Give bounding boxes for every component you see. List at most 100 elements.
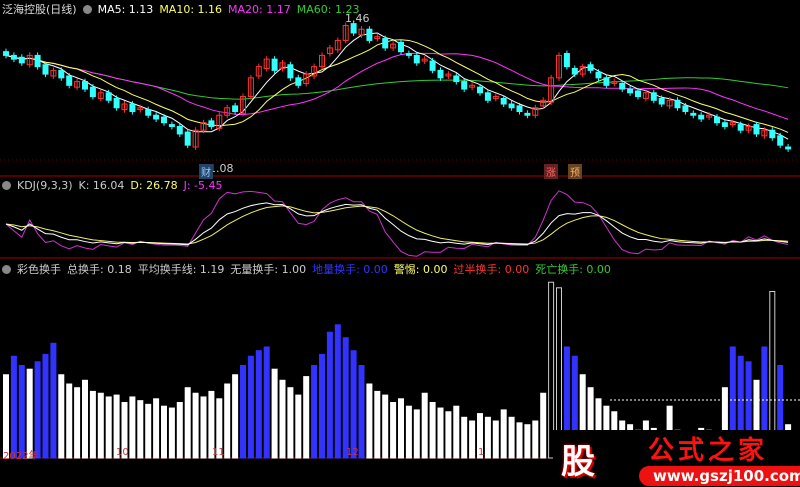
tag-zhang[interactable]: 涨 [544, 164, 558, 179]
candle-body [287, 64, 294, 79]
candle-body [753, 124, 760, 135]
candle-body [714, 116, 720, 124]
candle-body [635, 90, 641, 98]
candle-body [145, 109, 152, 116]
candle-body [721, 122, 728, 127]
logo-char: 股 [561, 442, 595, 482]
candle-body [105, 92, 112, 101]
turnover-bar [453, 405, 460, 459]
turnover-bar [192, 392, 199, 459]
candle-body [484, 92, 491, 101]
axis-label: 11 [212, 447, 225, 458]
candle-body [184, 131, 191, 146]
turnover-bar [255, 350, 262, 459]
turnover-bar [516, 422, 523, 459]
turnover-bar [311, 365, 318, 459]
tag-yu[interactable]: 预 [568, 164, 582, 179]
turnover-bar [484, 416, 491, 459]
candle-body [350, 23, 357, 34]
turnover-bar [508, 416, 515, 459]
turnover-bar [224, 383, 231, 459]
candle-body [587, 64, 594, 71]
candle-body [153, 114, 160, 120]
candle-body [398, 41, 404, 53]
candle-body [208, 120, 215, 127]
turnover-bar [445, 411, 452, 459]
candle-body [690, 112, 697, 116]
turnover-bar [287, 387, 294, 459]
turnover-bar [524, 424, 531, 459]
candle-body [271, 58, 278, 71]
turnover-bar [97, 392, 104, 459]
candle-body [161, 116, 167, 124]
turnover-bar [58, 374, 65, 459]
candle-body [619, 82, 626, 90]
turnover-bar [319, 353, 325, 459]
turnover-bar [532, 420, 539, 459]
candle-body [453, 75, 460, 83]
turnover-bar [398, 398, 404, 459]
kdj-d-line [5, 205, 789, 245]
candle-body [82, 81, 88, 90]
turnover-bar [247, 355, 254, 459]
candle-body [603, 77, 610, 86]
watermark-logo: 股 公式之家 www.gszj100.com [553, 430, 800, 487]
candle-body [3, 51, 9, 56]
candle-body [429, 60, 436, 71]
turnover-bar [382, 394, 389, 459]
turnover-bar [3, 374, 9, 459]
candle-body [461, 81, 468, 90]
turnover-bar [334, 324, 341, 459]
kdj-j-line [5, 190, 789, 257]
turnover-bar [366, 383, 373, 459]
turnover-bar [129, 396, 136, 459]
turnover-bar [168, 407, 175, 459]
candle-body [571, 67, 578, 75]
candle-body [366, 28, 373, 41]
turnover-bar [437, 407, 444, 459]
turnover-bar [18, 365, 25, 459]
axis-label: 10 [116, 447, 129, 458]
turnover-bar [342, 337, 349, 459]
axis-label: 2022年 [3, 451, 39, 462]
high-label: 1.46 [345, 12, 370, 25]
candle-body [18, 56, 25, 64]
turnover-bar [413, 409, 420, 459]
turnover-bar [358, 365, 365, 459]
candle-body [477, 86, 483, 94]
turnover-bar [540, 392, 547, 459]
turnover-bar [184, 387, 191, 459]
candle-body [405, 53, 412, 56]
turnover-bar [240, 365, 246, 459]
turnover-bar [137, 400, 144, 459]
turnover-bar [263, 346, 270, 459]
candle-body [295, 77, 302, 86]
turnover-bar [145, 403, 152, 459]
turnover-bar [279, 379, 286, 459]
candle-body [627, 88, 634, 94]
candle-body [516, 105, 523, 112]
candle-body [66, 75, 73, 86]
ma5-line [5, 32, 789, 140]
chart-canvas[interactable] [0, 0, 800, 487]
turnover-bar [421, 392, 428, 459]
turnover-bar [34, 361, 41, 459]
candle-body [113, 97, 120, 109]
candle-body [682, 105, 689, 112]
ma10-line [5, 39, 789, 133]
candle-body [737, 124, 744, 131]
turnover-bar [200, 396, 207, 459]
candle-body [129, 103, 136, 112]
candle-body [650, 92, 657, 101]
turnover-bar [303, 376, 310, 459]
candle-body [698, 114, 705, 120]
candle-body [658, 97, 665, 105]
tag-cai[interactable]: 财 [199, 164, 213, 179]
turnover-bar [10, 355, 17, 459]
turnover-bar [350, 350, 357, 459]
kdj-k-line [5, 202, 789, 246]
turnover-bar [271, 368, 278, 459]
turnover-bar [374, 390, 381, 459]
turnover-bar [295, 394, 302, 459]
turnover-bar [26, 368, 33, 459]
